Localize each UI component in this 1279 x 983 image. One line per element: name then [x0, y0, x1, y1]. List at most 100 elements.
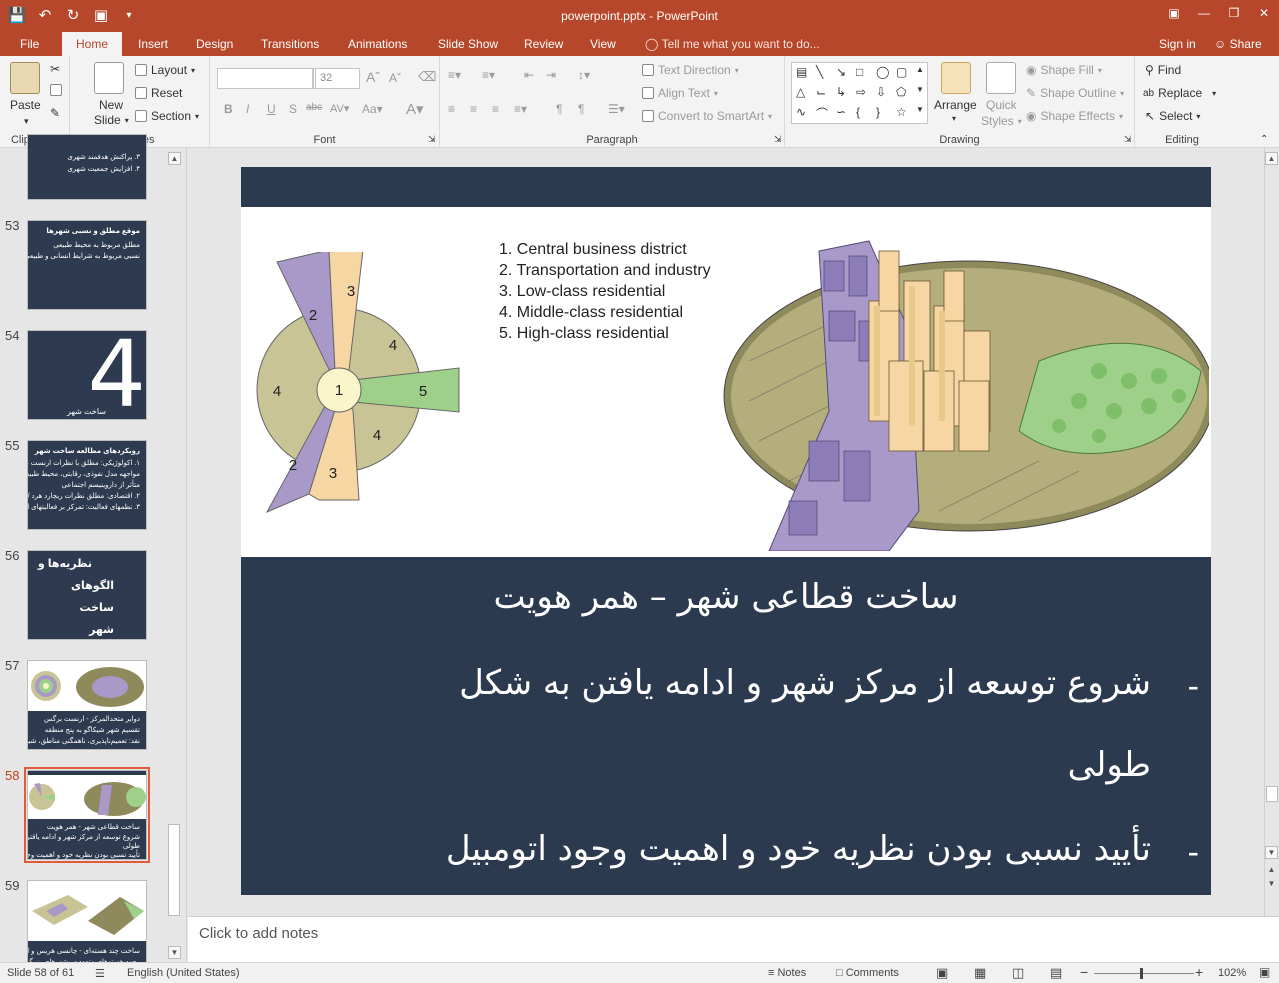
quick-styles-button[interactable]: Styles ▾: [981, 114, 1022, 128]
strikethrough-icon[interactable]: abc: [306, 102, 322, 113]
fit-to-window-icon[interactable]: ▣: [1259, 965, 1270, 979]
paragraph-launcher-icon[interactable]: ⇲: [774, 134, 782, 145]
collapse-ribbon-icon[interactable]: ⌃: [1260, 134, 1268, 145]
line-spacing-icon[interactable]: ↕▾: [578, 68, 590, 82]
underline-icon[interactable]: U: [267, 102, 276, 116]
bullet-1-line-1[interactable]: شروع توسعه از مرکز شهر و ادامه یافتن به …: [459, 663, 1151, 703]
arrange-icon[interactable]: [941, 62, 971, 94]
tab-design[interactable]: Design: [194, 32, 235, 56]
paste-button[interactable]: Paste: [10, 98, 41, 112]
decrease-font-icon[interactable]: Aˇ: [389, 71, 401, 85]
slide-thumbnail-panel[interactable]: ۳. پراکنش هدفمند شهری ۴. افزایش جمعیت شه…: [0, 134, 187, 970]
find-button[interactable]: ⚲ Find: [1145, 63, 1181, 77]
star-shape-icon[interactable]: ☆: [896, 105, 907, 119]
shape-effects-button[interactable]: ◉ Shape Effects ▾: [1026, 109, 1123, 123]
normal-view-icon[interactable]: ▣: [936, 965, 948, 981]
scribble-shape-icon[interactable]: ∽: [836, 105, 846, 119]
thumbnail-scrollbar[interactable]: ▲ ▼: [167, 152, 182, 960]
decrease-indent-icon[interactable]: ⇤: [524, 68, 534, 82]
char-spacing-icon[interactable]: AV▾: [330, 102, 349, 115]
arrange-button[interactable]: Arrange: [934, 98, 977, 112]
share-button[interactable]: ☺ Share: [1214, 32, 1262, 56]
scroll-up-icon[interactable]: ▲: [1265, 152, 1278, 165]
ltr-icon[interactable]: ¶: [556, 102, 562, 116]
ribbon-display-icon[interactable]: ▣: [1159, 0, 1189, 26]
notes-toggle[interactable]: ≡ Notes: [768, 967, 806, 979]
font-color-icon[interactable]: A▾: [406, 100, 424, 118]
increase-indent-icon[interactable]: ⇥: [546, 68, 556, 82]
notes-placeholder[interactable]: Click to add notes: [199, 925, 318, 942]
slide-thumbnail-53[interactable]: موقع مطلق و نسبی شهرها مطلق مربوط به محی…: [27, 220, 147, 310]
gallery-down-icon[interactable]: ▼: [916, 85, 924, 94]
tab-slide-show[interactable]: Slide Show: [436, 32, 500, 56]
scroll-down-icon[interactable]: ▼: [168, 946, 181, 959]
zoom-slider[interactable]: [1094, 973, 1194, 974]
close-icon[interactable]: ✕: [1249, 0, 1279, 26]
bullet-1-line-2[interactable]: طولی: [1068, 745, 1151, 785]
layout-button[interactable]: Layout ▾: [135, 63, 195, 77]
clear-format-icon[interactable]: ⌫: [418, 69, 436, 85]
zoom-slider-knob[interactable]: [1140, 968, 1143, 979]
rounded-rect-shape-icon[interactable]: ▢: [896, 65, 907, 79]
select-button[interactable]: ↖ Select ▾: [1145, 109, 1200, 123]
zoom-in-icon[interactable]: +: [1195, 964, 1203, 980]
minimize-icon[interactable]: —: [1189, 0, 1219, 26]
gallery-more-icon[interactable]: ▼: [916, 105, 924, 114]
quick-styles-icon[interactable]: [986, 62, 1016, 94]
brace-right-shape-icon[interactable]: }: [876, 105, 880, 119]
scroll-up-icon[interactable]: ▲: [168, 152, 181, 165]
rtl-icon[interactable]: ¶: [578, 102, 584, 116]
font-size-input[interactable]: 32: [315, 68, 360, 89]
replace-button[interactable]: ab Replace ▾: [1143, 86, 1216, 100]
convert-smartart-button[interactable]: Convert to SmartArt ▾: [642, 109, 772, 123]
comments-toggle[interactable]: □ Comments: [836, 967, 899, 979]
bold-icon[interactable]: B: [224, 102, 233, 116]
change-case-icon[interactable]: Aa▾: [362, 102, 383, 116]
reading-view-icon[interactable]: ◫: [1012, 965, 1024, 981]
sector-model-figure[interactable]: 1 2 3 4 5 4 2 3 4 1. Central business di…: [241, 207, 1211, 557]
tab-view[interactable]: View: [588, 32, 618, 56]
oval-shape-icon[interactable]: ◯: [876, 65, 889, 79]
elbow-arrow-shape-icon[interactable]: ↳: [836, 85, 846, 99]
align-left-icon[interactable]: ≡: [448, 102, 455, 116]
paste-dropdown-icon[interactable]: ▾: [24, 116, 29, 127]
slideshow-view-icon[interactable]: ▤: [1050, 965, 1062, 981]
freeform-shape-icon[interactable]: ⬠: [896, 85, 906, 99]
italic-icon[interactable]: I: [246, 102, 249, 116]
notes-pane[interactable]: Click to add notes: [188, 916, 1279, 962]
slide-thumbnail-57[interactable]: دوایر متحدالمرکز - ارنست برگس تقسیم شهر …: [27, 660, 147, 750]
brace-left-shape-icon[interactable]: {: [856, 105, 860, 119]
sign-in-link[interactable]: Sign in: [1159, 32, 1196, 56]
cut-icon[interactable]: ✂: [50, 62, 60, 76]
align-text-button[interactable]: Align Text ▾: [642, 86, 718, 100]
spellcheck-icon[interactable]: ☰: [95, 967, 105, 980]
down-arrow-shape-icon[interactable]: ⇩: [876, 85, 886, 99]
arrow-line-shape-icon[interactable]: ↘: [836, 65, 846, 79]
textbox-shape-icon[interactable]: ▤: [796, 65, 807, 79]
justify-icon[interactable]: ≡▾: [514, 102, 527, 116]
numbering-icon[interactable]: ≡▾: [482, 68, 495, 82]
bullet-2[interactable]: تأیید نسبی بودن نظریه خود و اهمیت وجود ا…: [446, 829, 1151, 869]
slide-thumbnail-54[interactable]: 4 ساخت شهر: [27, 330, 147, 420]
arrange-dropdown-icon[interactable]: ▾: [952, 114, 956, 123]
section-button[interactable]: Section ▾: [135, 109, 199, 123]
scroll-thumb[interactable]: [1266, 786, 1278, 802]
scroll-down-icon[interactable]: ▼: [1265, 846, 1278, 859]
new-slide-label[interactable]: New: [99, 98, 123, 112]
connector-shape-icon[interactable]: ⌙: [816, 85, 826, 99]
rectangle-shape-icon[interactable]: □: [856, 65, 863, 79]
shapes-gallery[interactable]: ▤ ╲ ↘ □ ◯ ▢ △ ⌙ ↳ ⇨ ⇩ ⬠ ∿ ⌒ ∽ { } ☆ ▲ ▼ …: [791, 62, 928, 124]
tab-transitions[interactable]: Transitions: [259, 32, 321, 56]
format-painter-icon[interactable]: ✎: [50, 106, 60, 120]
align-center-icon[interactable]: ≡: [470, 102, 477, 116]
triangle-shape-icon[interactable]: △: [796, 85, 805, 99]
curve-shape-icon[interactable]: ∿: [796, 105, 806, 119]
tab-file[interactable]: File: [18, 32, 41, 56]
slide-title[interactable]: ساخت قطاعی شهر – همر هویت: [241, 577, 1211, 617]
paste-icon[interactable]: [10, 62, 40, 94]
drawing-launcher-icon[interactable]: ⇲: [1124, 134, 1132, 145]
quick-styles-label[interactable]: Quick: [986, 98, 1017, 112]
slide-thumbnail-52[interactable]: ۳. پراکنش هدفمند شهری ۴. افزایش جمعیت شه…: [27, 134, 147, 200]
slide-thumbnail-55[interactable]: رویکردهای مطالعه ساخت شهر ۱. اکولوژیکی: …: [27, 440, 147, 530]
font-name-input[interactable]: [217, 68, 313, 89]
